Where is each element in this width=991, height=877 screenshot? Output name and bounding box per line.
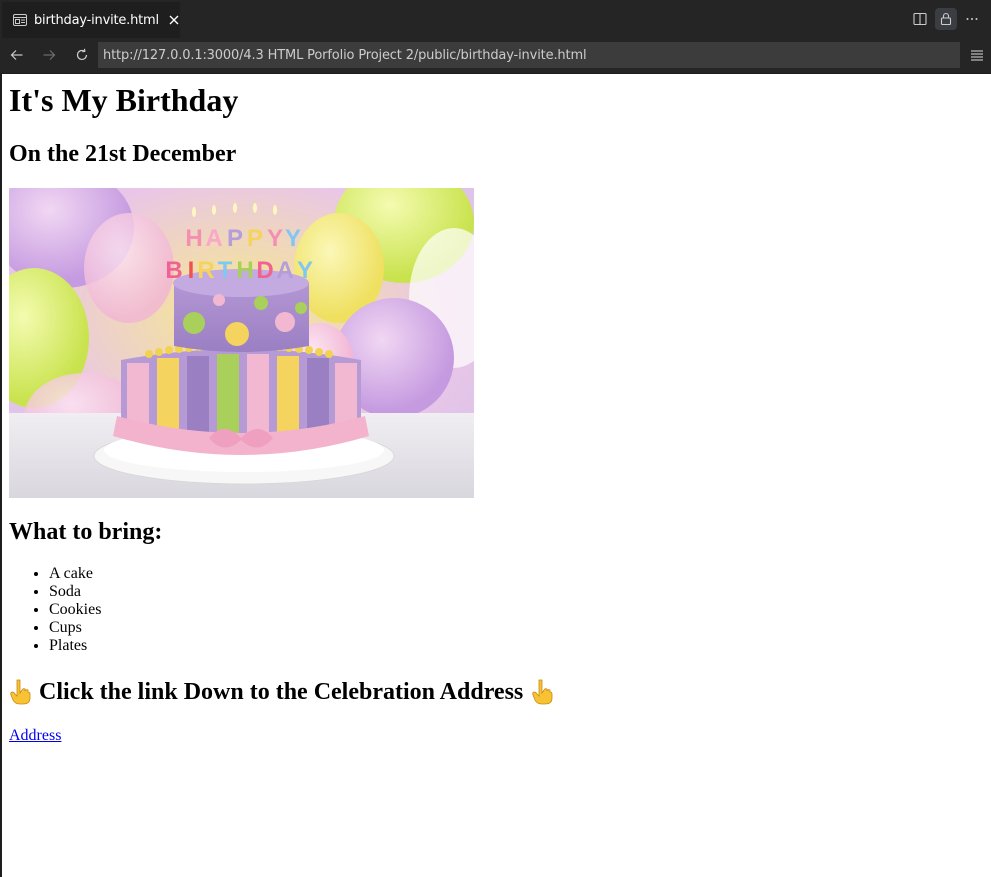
list-item: Cups [49,619,101,637]
address-bar: http://127.0.0.1:3000/4.3 HTML Porfolio … [0,38,991,73]
svg-text:H: H [236,257,253,284]
svg-text:Y: Y [297,257,313,284]
svg-text:P: P [247,225,263,252]
svg-text:H: H [185,225,202,252]
arrow-left-icon[interactable] [6,44,28,66]
url-input[interactable]: http://127.0.0.1:3000/4.3 HTML Porfolio … [98,42,960,68]
svg-text:I: I [188,257,195,284]
svg-text:Y: Y [267,225,283,252]
svg-text:A: A [205,225,222,252]
tab-birthday-invite[interactable]: birthday-invite.html [2,2,180,38]
svg-text:A: A [276,257,293,284]
svg-text:R: R [197,257,214,284]
svg-text:D: D [256,257,273,284]
preview-icon [13,14,27,26]
web-page: It's My Birthday On the 21st December H … [2,74,991,877]
list-item: Soda [49,583,101,601]
hamburger-icon[interactable] [969,45,985,65]
address-link[interactable]: Address [9,727,61,745]
reload-icon[interactable] [71,44,93,66]
close-icon[interactable] [168,14,180,26]
list-item: Cookies [49,601,101,619]
address-heading-text: Click the link Down to the Celebration A… [39,679,524,705]
tab-bar: birthday-invite.html [0,0,991,39]
date-heading: On the 21st December [9,141,237,167]
split-editor-icon[interactable] [909,8,931,30]
pointing-down-hand-icon [532,679,553,705]
svg-text:B: B [165,257,182,284]
editor-actions [909,8,983,30]
pointing-down-hand-icon [10,679,31,705]
list-item: Plates [49,637,101,655]
bring-list: A cake Soda Cookies Cups Plates [9,565,101,655]
page-title: It's My Birthday [9,82,239,118]
svg-text:T: T [218,257,233,284]
lock-icon[interactable] [935,8,957,30]
arrow-right-icon[interactable] [38,44,60,66]
bring-heading: What to bring: [9,519,163,545]
svg-text:Y: Y [285,225,301,252]
list-item: A cake [49,565,101,583]
tab-title: birthday-invite.html [34,12,159,28]
browser-window: birthday-invite.html http://127.0.0.1:30… [0,0,991,877]
address-heading: Click the link Down to the Celebration A… [9,678,553,706]
more-icon[interactable] [961,8,983,30]
birthday-cake-image: H A P P Y Y B I R T H D A Y [9,188,474,498]
svg-text:P: P [227,225,243,252]
